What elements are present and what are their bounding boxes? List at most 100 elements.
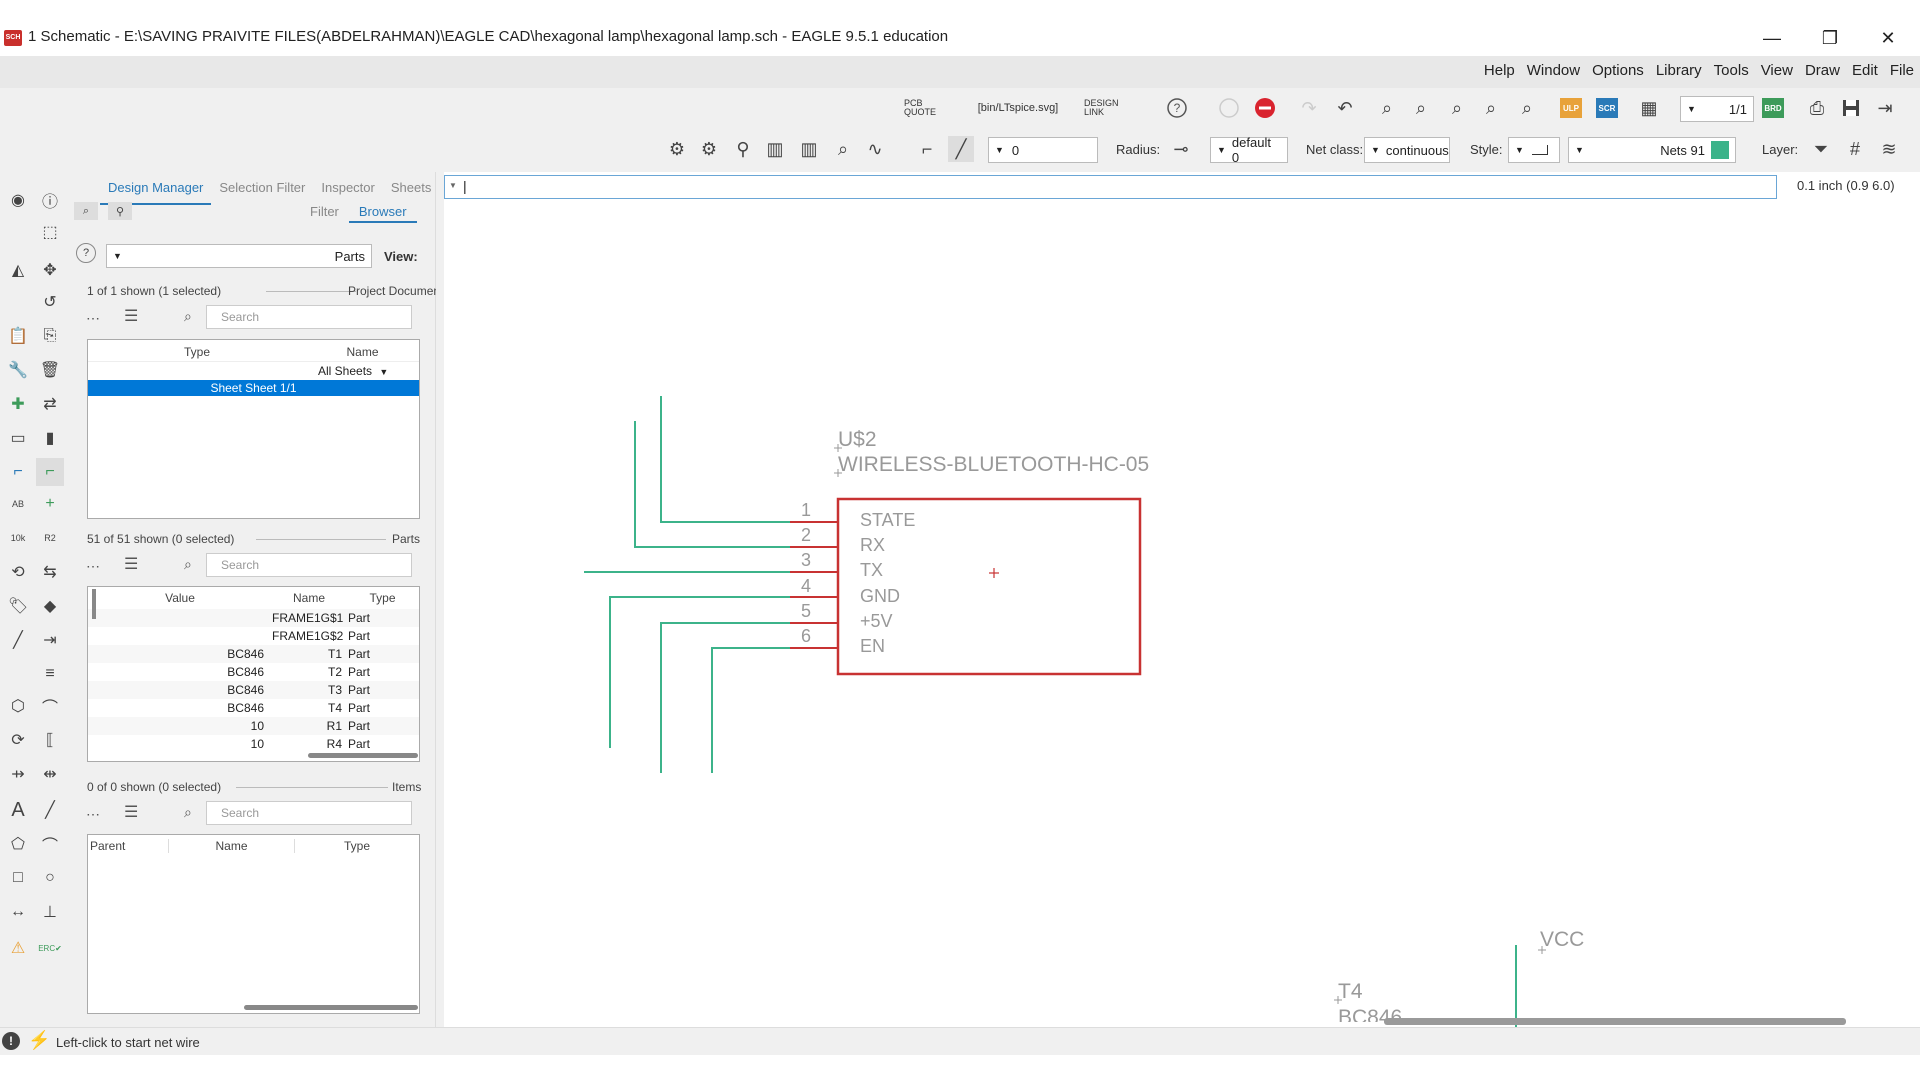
tab-sheets[interactable]: Sheets	[383, 172, 439, 205]
warning-icon[interactable]: ⚠	[4, 934, 32, 962]
help-icon[interactable]: ?	[76, 243, 96, 263]
gear-alt-icon[interactable]: ⚙	[696, 136, 722, 162]
mark-icon[interactable]: ⊥	[36, 898, 64, 926]
bend-straight-icon[interactable]: ╱	[948, 136, 974, 162]
bus-tool-icon[interactable]: ≡	[36, 660, 64, 688]
restore-button[interactable]: ❐	[1810, 24, 1850, 52]
radius-select[interactable]: ▼ default 0	[1210, 135, 1288, 165]
col-name[interactable]: Name	[272, 591, 346, 605]
circle-icon[interactable]: ○	[36, 864, 64, 892]
more-icon[interactable]: ⋯	[86, 310, 100, 327]
alert-icon[interactable]: !	[2, 1032, 20, 1050]
menu-draw[interactable]: Draw	[1799, 62, 1846, 79]
parts-hscroll[interactable]	[308, 753, 418, 758]
port-icon[interactable]: ⇥	[36, 626, 64, 654]
col-type[interactable]: Type	[88, 340, 306, 361]
table-row[interactable]: BC846 T4 Part	[88, 699, 419, 717]
label-icon[interactable]: AB	[4, 490, 32, 518]
bend-style-icon[interactable]: ⌐	[914, 136, 940, 162]
schematic-canvas[interactable]: U$2 WIRELESS-BLUETOOTH-HC-05 1 STATE 2 RX 3 T…	[444, 200, 1920, 1027]
list-icon[interactable]: ☰	[124, 554, 138, 574]
help-icon[interactable]: ?	[1164, 95, 1190, 121]
attribute-icon[interactable]: 🏷	[4, 592, 32, 620]
ltspice-button[interactable]: [bin/LTspice.svg]	[968, 95, 1068, 121]
polygon-icon[interactable]: ⬠	[4, 830, 32, 858]
table-row[interactable]: FRAME1G$2 Part	[88, 627, 419, 645]
line-icon[interactable]: ╱	[36, 796, 64, 824]
undo-icon[interactable]: ↶	[1332, 95, 1358, 121]
col-name[interactable]: Name	[306, 340, 419, 361]
menu-tools[interactable]: Tools	[1708, 62, 1755, 79]
menu-edit[interactable]: Edit	[1846, 62, 1884, 79]
view-select[interactable]: ▼ Parts	[106, 244, 372, 268]
wrench-icon[interactable]: 🔧	[4, 356, 32, 384]
select-icon[interactable]: ⬚	[36, 218, 64, 246]
zoom-icon[interactable]: ⌕	[74, 202, 98, 220]
scr-button[interactable]: SCR	[1596, 98, 1618, 118]
radius-icon[interactable]: ⊸	[1168, 136, 1194, 162]
menu-library[interactable]: Library	[1650, 62, 1708, 79]
save-icon[interactable]	[1838, 95, 1864, 121]
copy-icon[interactable]: ⎘	[36, 322, 64, 350]
gate-icon[interactable]: ▭	[4, 424, 32, 452]
docs-search-input[interactable]: Search	[206, 305, 412, 329]
go-icon[interactable]	[1216, 95, 1242, 121]
scroll-thumb[interactable]	[92, 589, 96, 619]
style-select[interactable]: ▼	[1508, 137, 1560, 163]
value-icon[interactable]: 10k	[4, 524, 32, 552]
layer-select[interactable]: ▼ Nets 91	[1568, 137, 1736, 163]
list-icon[interactable]: ☰	[124, 802, 138, 822]
vcc-label[interactable]: VCC	[1540, 928, 1584, 952]
erc-icon[interactable]: ERC✔	[36, 934, 64, 962]
board-switch-button[interactable]: BRD	[1762, 98, 1784, 118]
break-icon[interactable]: ⇹	[36, 760, 64, 788]
sheet-filter[interactable]: All Sheets ▼	[318, 364, 388, 378]
table-row[interactable]: BC846 T1 Part	[88, 645, 419, 663]
menu-file[interactable]: File	[1884, 62, 1920, 79]
minimize-button[interactable]: —	[1752, 24, 1792, 52]
wire-icon[interactable]: ⌐	[4, 458, 32, 486]
invoke-icon[interactable]: ▮	[36, 424, 64, 452]
split-icon[interactable]: ╱	[4, 626, 32, 654]
rectangle-icon[interactable]: □	[4, 864, 32, 892]
junction-icon[interactable]: +	[36, 490, 64, 518]
t4-name-label[interactable]: T4	[1338, 980, 1363, 1004]
stop-icon[interactable]	[1252, 95, 1278, 121]
menu-view[interactable]: View	[1755, 62, 1799, 79]
search-icon[interactable]: ⌕	[830, 136, 856, 162]
menu-help[interactable]: Help	[1478, 62, 1521, 79]
canvas-hscroll[interactable]	[1384, 1018, 1846, 1025]
menu-options[interactable]: Options	[1586, 62, 1650, 79]
bus-icon[interactable]: ▥	[762, 136, 788, 162]
subtab-browser[interactable]: Browser	[348, 202, 417, 223]
zoom-out-icon[interactable]: ⌕	[1444, 95, 1470, 121]
part-value-label[interactable]: WIRELESS-BLUETOOTH-HC-05	[838, 453, 1149, 477]
tab-selection-filter[interactable]: Selection Filter	[211, 172, 313, 205]
sheet-row[interactable]: Sheet Sheet 1/1	[88, 380, 419, 396]
menu-window[interactable]: Window	[1521, 62, 1586, 79]
list-icon[interactable]: ☰	[124, 306, 138, 326]
col-value[interactable]: Value	[88, 591, 272, 605]
arc-icon[interactable]: ⌒	[36, 830, 64, 858]
zoom-last-icon[interactable]: ⌕	[1514, 95, 1540, 121]
layers-icon[interactable]: ≋	[1876, 136, 1902, 162]
group-icon[interactable]: ⬡	[4, 692, 32, 720]
more-icon[interactable]: ⋯	[86, 558, 100, 575]
sheet-selector[interactable]: ▼ 1/1	[1680, 96, 1754, 122]
pinswap-icon[interactable]: ⇆	[36, 558, 64, 586]
command-line-input[interactable]: ▼ |	[444, 175, 1777, 199]
items-search-input[interactable]: Search	[206, 801, 412, 825]
table-row[interactable]: FRAME1G$1 Part	[88, 609, 419, 627]
table-row[interactable]: BC846 T2 Part	[88, 663, 419, 681]
filter-icon[interactable]: ⏷	[1808, 136, 1834, 162]
table-row[interactable]: 10 R1 Part	[88, 717, 419, 735]
mirror-icon[interactable]: ◭	[4, 256, 32, 284]
close-button[interactable]: ✕	[1868, 24, 1908, 52]
col-type[interactable]: Type	[346, 591, 419, 605]
link-icon[interactable]: ⚲	[730, 136, 756, 162]
items-hscroll[interactable]	[244, 1005, 418, 1010]
net-icon[interactable]: ⌐	[36, 458, 64, 486]
replace-icon[interactable]: ⇄	[36, 390, 64, 418]
print-icon[interactable]: ⎙	[1804, 95, 1830, 121]
cam-icon[interactable]: ▦	[1636, 95, 1662, 121]
